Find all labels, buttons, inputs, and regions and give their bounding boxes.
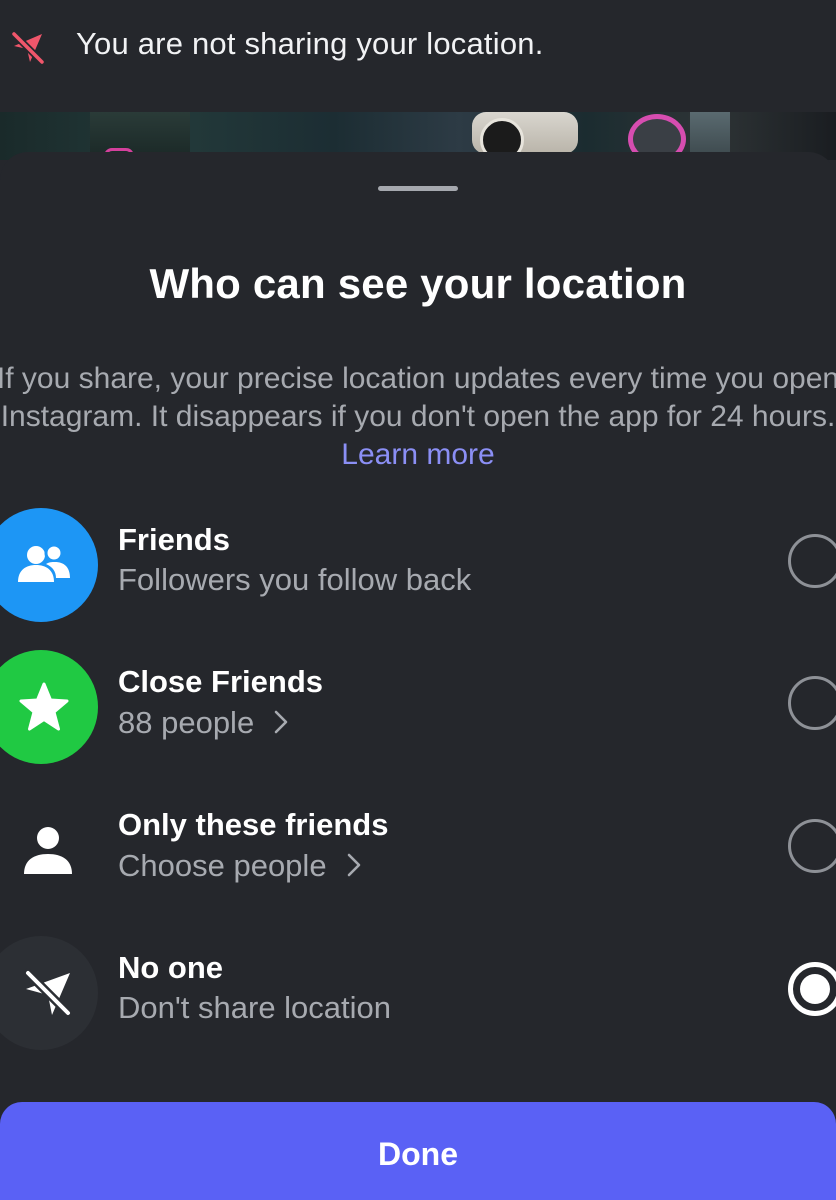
location-status-banner: You are not sharing your location. [0,0,836,112]
option-subtitle: Followers you follow back [118,562,471,598]
radio-no-one[interactable] [788,962,836,1016]
option-close-friends[interactable]: Close Friends 88 people [0,646,836,766]
sheet-description: If you share, your precise location upda… [0,360,836,474]
banner-text: You are not sharing your location. [76,26,544,61]
location-off-icon [0,936,98,1050]
screen: You are not sharing your location. Who c… [0,0,836,1200]
option-subtitle-text: 88 people [118,705,255,740]
radio-only-these-friends[interactable] [788,819,836,873]
option-subtitle-text: Followers you follow back [118,562,472,597]
radio-close-friends[interactable] [788,676,836,730]
location-sharing-sheet: Who can see your location If you share, … [0,152,836,1200]
option-title: Close Friends [118,664,323,699]
option-title: Friends [118,522,230,557]
option-subtitle-text: Choose people [118,848,327,883]
option-subtitle: Choose people [118,847,361,885]
option-friends[interactable]: Friends Followers you follow back [0,504,836,624]
option-subtitle: 88 people [118,704,288,742]
learn-more-link[interactable]: Learn more [341,438,494,471]
radio-friends[interactable] [788,534,836,588]
option-subtitle: Don't share location [118,990,391,1026]
option-title: No one [118,950,224,985]
option-only-these-friends[interactable]: Only these friends Choose people [0,789,836,909]
star-icon [0,650,98,764]
sheet-grabber[interactable] [378,186,458,191]
description-text: If you share, your precise location upda… [0,362,836,433]
person-icon [0,793,98,907]
sheet-title: Who can see your location [149,260,687,307]
option-subtitle-text: Don't share location [118,990,392,1025]
location-off-icon [8,28,48,68]
done-button[interactable]: Done [0,1102,836,1200]
chevron-right-icon[interactable] [274,706,288,742]
option-title: Only these friends [118,807,389,842]
chevron-right-icon[interactable] [347,849,361,885]
friends-icon [0,508,98,622]
option-no-one[interactable]: No one Don't share location [0,932,836,1052]
